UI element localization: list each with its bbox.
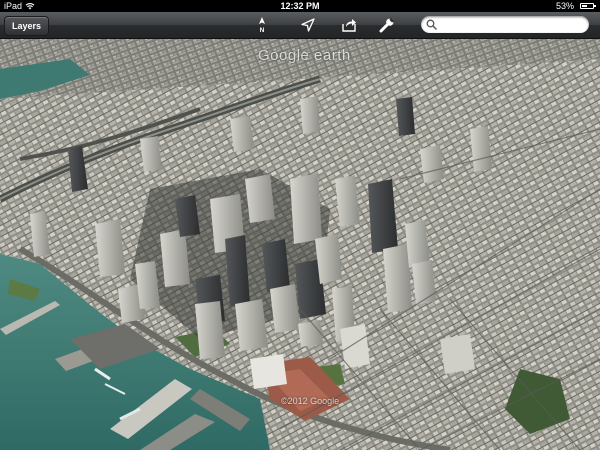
google-earth-watermark: Google earth [258, 47, 351, 64]
compass-heading: N [260, 27, 265, 34]
status-bar: iPad 12:32 PM 53% [0, 0, 600, 12]
battery-icon [580, 3, 596, 9]
share-icon[interactable] [340, 16, 358, 34]
battery-percentage: 53% [555, 1, 574, 11]
layers-button[interactable]: Layers [4, 16, 50, 36]
battery-level [582, 5, 587, 7]
map-view[interactable]: Google earth ©2012 Google [0, 39, 600, 450]
search-field[interactable] [421, 16, 589, 33]
compass-icon[interactable]: N [253, 16, 271, 34]
location-arrow-icon[interactable] [299, 16, 317, 34]
wrench-icon[interactable] [378, 16, 396, 34]
clock: 12:32 PM [280, 1, 320, 11]
aerial-city-imagery [0, 39, 600, 450]
search-input[interactable] [440, 17, 584, 33]
toolbar: Layers N [0, 12, 600, 39]
search-icon [426, 19, 437, 30]
copyright-watermark: ©2012 Google [281, 396, 340, 406]
